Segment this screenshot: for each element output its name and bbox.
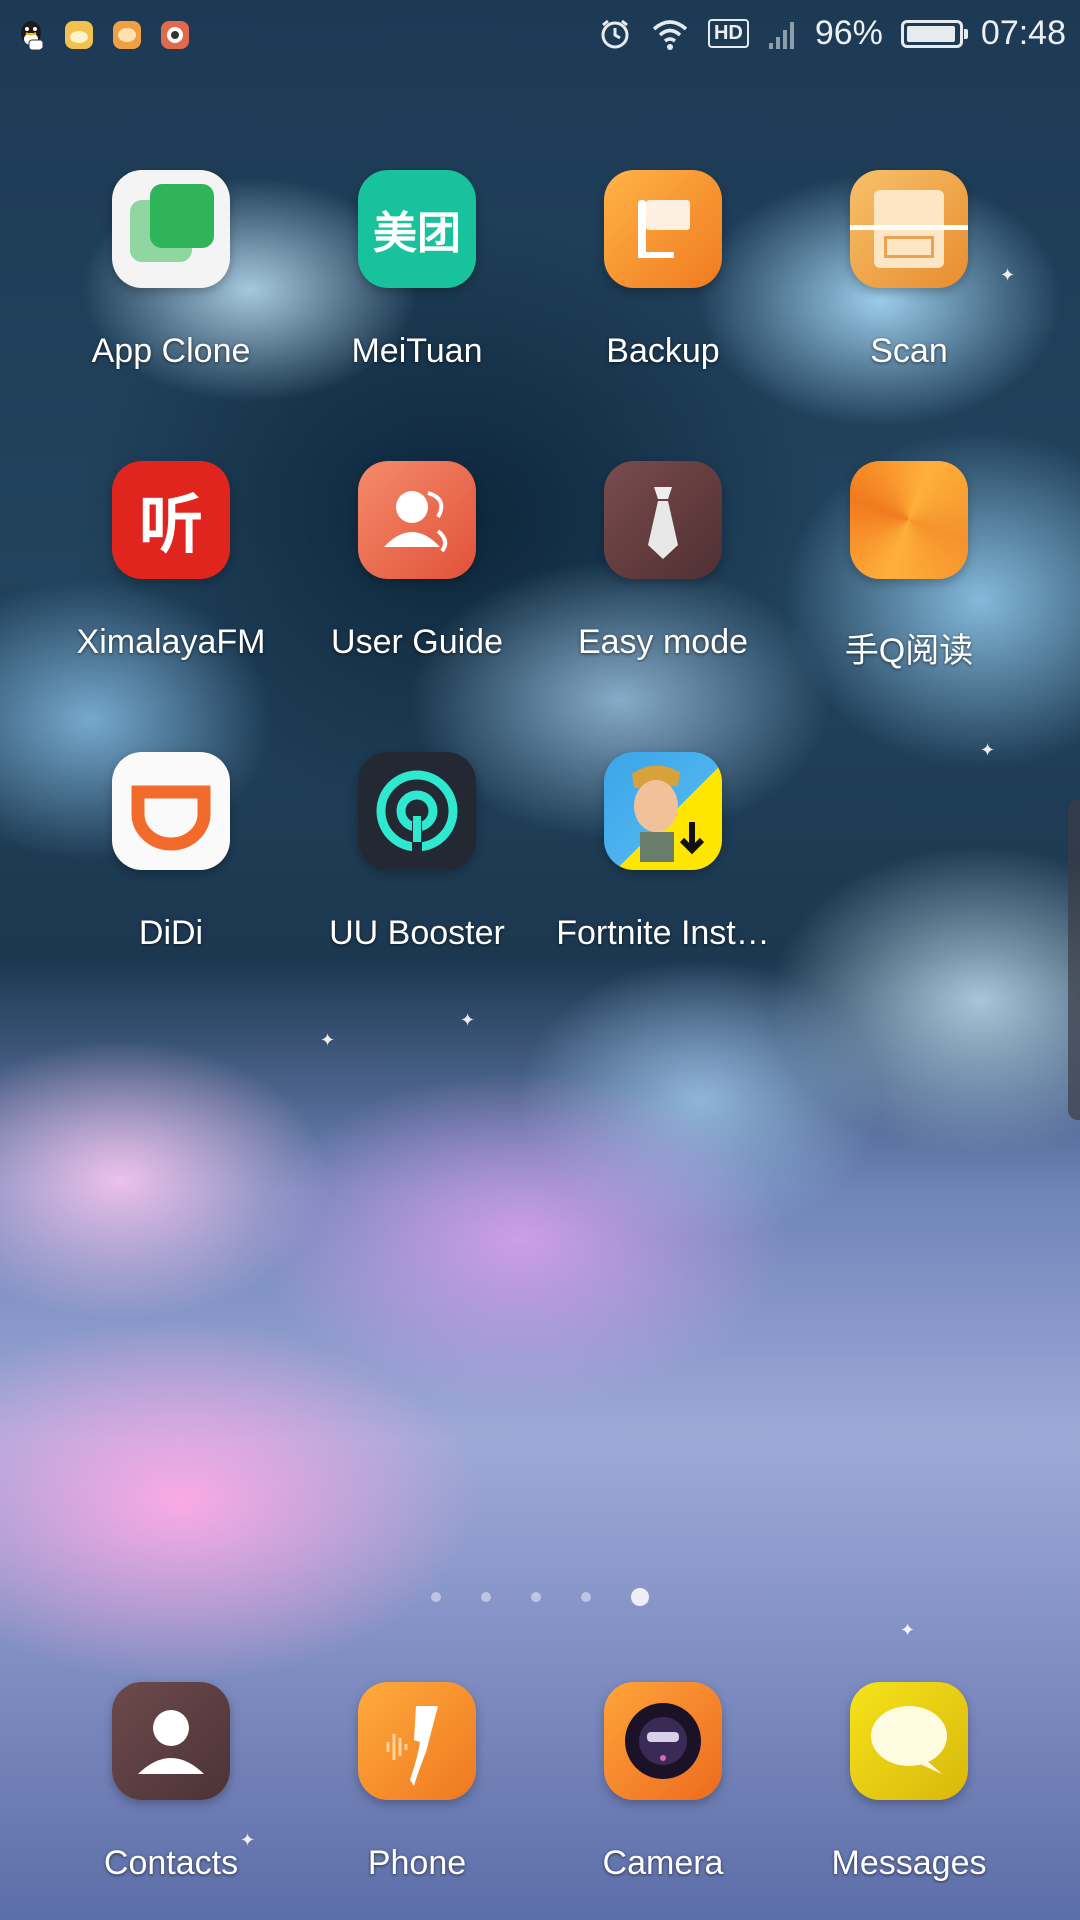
ximalaya-logo-text: 听 [139, 489, 203, 563]
app-label: Contacts [103, 1844, 239, 1882]
page-dot[interactable] [531, 1592, 541, 1602]
backup-icon[interactable] [604, 170, 722, 288]
app-label: DiDi [138, 914, 204, 952]
contacts-icon[interactable] [112, 1682, 230, 1800]
status-bar[interactable]: HD 96% 07:48 [0, 0, 1080, 76]
app-uu-booster[interactable]: UU Booster [297, 752, 537, 953]
battery-icon [900, 19, 968, 48]
app-label: Fortnite Inst… [556, 914, 770, 952]
system-status: HD 96% 07:48 [598, 14, 1066, 53]
wifi-icon [652, 19, 688, 50]
app-app-clone[interactable]: App Clone [51, 170, 291, 371]
scan-icon[interactable] [850, 170, 968, 288]
battery-level-fill [906, 25, 955, 42]
page-indicator[interactable] [0, 1588, 1080, 1606]
app-scan[interactable]: Scan [789, 170, 1029, 371]
app-label: UU Booster [329, 914, 505, 952]
user-guide-icon[interactable] [358, 461, 476, 579]
app-fortnite-installer[interactable]: Fortnite Inst… [543, 752, 783, 953]
chat-app-icon [113, 21, 141, 49]
page-dot[interactable] [631, 1588, 649, 1606]
signal-icon [768, 21, 794, 49]
dock-phone[interactable]: Phone [297, 1682, 537, 1883]
app-user-guide[interactable]: User Guide [297, 461, 537, 662]
app-label: App Clone [91, 332, 251, 370]
meituan-icon[interactable]: 美团 [358, 170, 476, 288]
page-dot[interactable] [481, 1592, 491, 1602]
app-easy-mode[interactable]: Easy mode [543, 461, 783, 662]
meituan-logo-text: 美团 [373, 208, 461, 259]
phone-icon[interactable] [358, 1682, 476, 1800]
battery-percent: 96% [814, 14, 883, 52]
app-label: MeiTuan [351, 332, 483, 370]
app-ximalaya[interactable]: 听 XimalayaFM [51, 461, 291, 662]
app-label: 手Q阅读 [844, 632, 974, 670]
app-didi[interactable]: DiDi [51, 752, 291, 953]
page-dot[interactable] [581, 1592, 591, 1602]
qq-icon [21, 21, 44, 51]
app-label: User Guide [331, 623, 503, 661]
app-label: Messages [831, 1844, 987, 1882]
star-decoration: ✦ [460, 1010, 476, 1030]
ximalaya-icon[interactable]: 听 [112, 461, 230, 579]
edge-panel-handle[interactable] [1068, 800, 1080, 1120]
star-decoration: ✦ [900, 1620, 916, 1640]
fortnite-installer-icon[interactable] [604, 752, 722, 870]
alarm-icon [601, 19, 629, 48]
app-label: Camera [602, 1844, 724, 1882]
app-qq-reader[interactable]: 手Q阅读 [789, 461, 1029, 672]
didi-icon[interactable] [112, 752, 230, 870]
camera-app-icon [161, 21, 189, 49]
app-label: XimalayaFM [76, 623, 266, 661]
app-clone-icon[interactable] [112, 170, 230, 288]
cloud-app-icon [65, 21, 93, 49]
clock: 07:48 [980, 14, 1066, 52]
app-meituan[interactable]: 美团 MeiTuan [297, 170, 537, 371]
dock-camera[interactable]: Camera [543, 1682, 783, 1883]
dock-messages[interactable]: Messages [789, 1682, 1029, 1883]
uu-booster-icon[interactable] [358, 752, 476, 870]
hd-badge: HD [707, 19, 749, 48]
star-decoration: ✦ [320, 1030, 336, 1050]
star-decoration: ✦ [980, 740, 996, 760]
app-label: Backup [606, 332, 720, 370]
app-backup[interactable]: Backup [543, 170, 783, 371]
page-dot[interactable] [431, 1592, 441, 1602]
app-label: Easy mode [577, 623, 749, 661]
camera-icon[interactable] [604, 1682, 722, 1800]
app-label: Scan [870, 332, 948, 370]
qq-reader-icon[interactable] [850, 461, 968, 579]
app-label: Phone [367, 1844, 467, 1882]
messages-icon[interactable] [850, 1682, 968, 1800]
easy-mode-icon[interactable] [604, 461, 722, 579]
dock-contacts[interactable]: Contacts [51, 1682, 291, 1883]
notification-icons [14, 18, 192, 52]
